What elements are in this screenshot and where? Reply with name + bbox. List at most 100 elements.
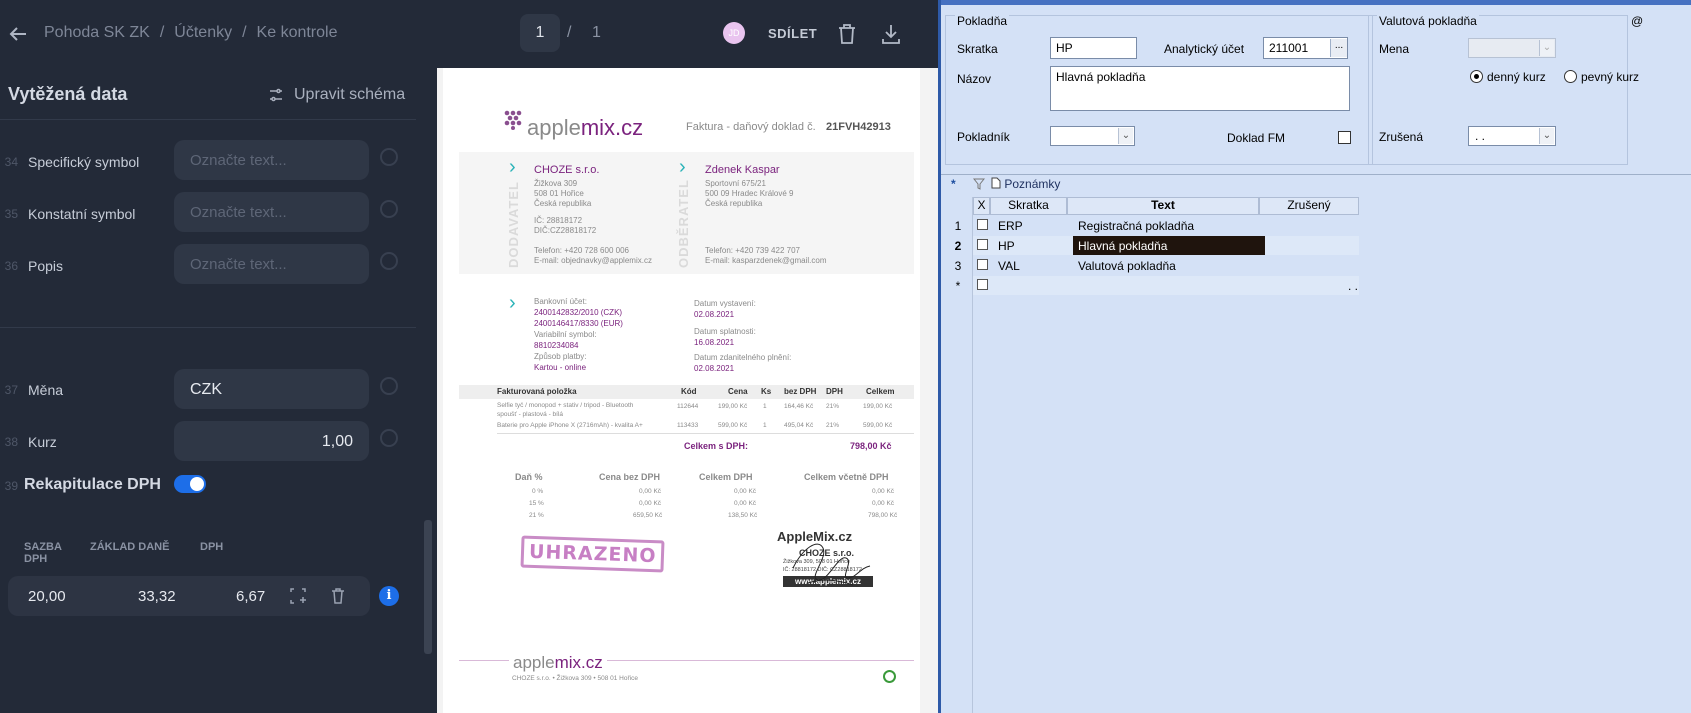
- vat-cell[interactable]: 6,67: [236, 588, 265, 605]
- exchange-rate-label: Kurz: [28, 434, 57, 450]
- specific-symbol-input[interactable]: Označte text...: [174, 140, 369, 180]
- taxable-value: 02.08.2021: [694, 364, 735, 373]
- item-vat: 21%: [826, 422, 840, 429]
- due-label: Datum splatnosti:: [694, 327, 756, 336]
- trash-icon[interactable]: [328, 586, 348, 606]
- recap-header: Cena bez DPH: [599, 472, 661, 482]
- breadcrumb-item[interactable]: Ke kontrole: [257, 24, 338, 42]
- currency-select[interactable]: ⌄: [1468, 38, 1556, 58]
- column-header-text[interactable]: Text: [1067, 197, 1259, 215]
- section-title: Vytěžená data: [8, 84, 128, 104]
- row-cancelled[interactable]: . .: [1348, 279, 1358, 293]
- currency-input[interactable]: CZK: [174, 369, 369, 409]
- recap-cell: 798,00 Kč: [868, 512, 898, 519]
- paid-stamp: UHRAZENO: [520, 535, 665, 573]
- currency-label: Měna: [28, 382, 64, 398]
- vs-label: Variabilní symbol:: [534, 330, 597, 339]
- column-header-cancelled[interactable]: Zrušený: [1259, 197, 1359, 215]
- recap-cell: 0 %: [532, 488, 544, 495]
- trash-icon[interactable]: [836, 22, 858, 46]
- bank-czk: 2400142832/2010 (CZK): [534, 308, 623, 317]
- name-input[interactable]: Hlavná pokladňa: [1050, 66, 1350, 111]
- table-row-new[interactable]: [973, 276, 1359, 295]
- item-net: 164,46 Kč: [784, 403, 814, 410]
- new-record-button[interactable]: *: [951, 177, 956, 195]
- supplier-side-label: DODAVATEL: [506, 181, 521, 268]
- exchange-rate-input[interactable]: 1,00: [174, 421, 369, 461]
- confirm-check-icon[interactable]: [380, 148, 398, 166]
- confirm-check-icon[interactable]: [380, 377, 398, 395]
- row-code[interactable]: VAL: [998, 259, 1020, 273]
- share-button[interactable]: SDÍLET: [768, 26, 817, 41]
- row-code[interactable]: HP: [998, 239, 1015, 253]
- back-arrow-icon[interactable]: [6, 22, 30, 46]
- breadcrumb-item[interactable]: Účtenky: [174, 24, 232, 42]
- breadcrumb-item[interactable]: Pohoda SK ZK: [44, 24, 150, 42]
- row-text-selected[interactable]: Hlavná pokladňa: [1073, 236, 1265, 255]
- item-price: 599,00 Kč: [718, 422, 748, 429]
- avatar[interactable]: JD: [723, 22, 745, 44]
- fixed-rate-radio[interactable]: [1564, 70, 1577, 83]
- confirm-check-icon[interactable]: [380, 252, 398, 270]
- vat-table-row[interactable]: 20,00 33,32 6,67: [8, 576, 370, 616]
- chevron-down-icon: ⌄: [1539, 40, 1554, 56]
- item-name: Selfie tyč / monopod + stativ / tripod -…: [497, 402, 634, 409]
- supplier-city: 508 01 Hořice: [534, 189, 584, 198]
- fm-document-checkbox[interactable]: [1338, 131, 1351, 144]
- info-icon[interactable]: i: [379, 586, 399, 606]
- edit-schema-button[interactable]: Upravit schéma: [268, 84, 405, 106]
- row-number: 2: [954, 239, 962, 253]
- row-number: 3: [954, 259, 962, 273]
- row-text[interactable]: Valutová pokladňa: [1078, 259, 1176, 273]
- customer-name: Zdenek Kaspar: [705, 164, 780, 176]
- cancelled-label: Zrušená: [1379, 130, 1424, 144]
- applemix-logo-icon: [502, 108, 524, 135]
- grid-toolbar: * Poznámky: [941, 174, 1691, 196]
- download-icon[interactable]: [880, 22, 902, 46]
- row-text[interactable]: Registračná pokladňa: [1078, 219, 1194, 233]
- vat-rate-cell[interactable]: 20,00: [28, 588, 66, 605]
- add-selection-icon[interactable]: [288, 586, 308, 606]
- row-checkbox[interactable]: [977, 279, 988, 290]
- confirm-check-icon[interactable]: [380, 200, 398, 218]
- column-header-x[interactable]: X: [973, 197, 990, 215]
- supplier-ico: IČ: 28818172: [534, 216, 583, 225]
- row-number: *: [955, 279, 961, 293]
- scrollbar[interactable]: [424, 520, 432, 654]
- row-code[interactable]: ERP: [998, 219, 1023, 233]
- filter-icon[interactable]: [972, 178, 986, 196]
- at-symbol: @: [1631, 14, 1644, 28]
- vat-recap-toggle[interactable]: [174, 475, 206, 493]
- customer-street: Sportovní 675/21: [705, 179, 766, 188]
- row-checkbox[interactable]: [977, 219, 988, 230]
- cashier-select[interactable]: ⌄: [1050, 126, 1135, 146]
- description-input[interactable]: Označte text...: [174, 244, 369, 284]
- recycle-icon: [883, 670, 896, 683]
- current-page-input[interactable]: 1: [520, 14, 560, 52]
- fixed-rate-label: pevný kurz: [1581, 70, 1640, 84]
- row-checkbox[interactable]: [977, 259, 988, 270]
- confirm-check-icon[interactable]: [380, 429, 398, 447]
- vs-value: 8810234084: [534, 341, 579, 350]
- field-number: 36: [4, 259, 18, 273]
- customer-phone: Telefon: +420 739 422 707: [705, 246, 800, 255]
- vat-rate-header: SAZBA DPH: [24, 541, 62, 565]
- ellipsis-button[interactable]: ...: [1330, 39, 1347, 57]
- row-checkbox[interactable]: [977, 239, 988, 250]
- items-header: Cena: [728, 387, 748, 396]
- constant-symbol-input[interactable]: Označte text...: [174, 192, 369, 232]
- notes-tab[interactable]: Poznámky: [991, 177, 1060, 195]
- vat-header: DPH: [200, 541, 224, 553]
- cancelled-date-select[interactable]: . . ⌄: [1468, 126, 1556, 146]
- chevron-right-icon: ›: [679, 156, 686, 178]
- code-input[interactable]: HP: [1050, 37, 1137, 59]
- column-header-code[interactable]: Skratka: [990, 197, 1067, 215]
- tax-base-cell[interactable]: 33,32: [138, 588, 176, 605]
- item-code: 112644: [677, 403, 699, 410]
- divider: [0, 119, 416, 120]
- daily-rate-radio[interactable]: [1470, 70, 1483, 83]
- currency-register-group-title: Valutová pokladňa: [1377, 14, 1479, 28]
- supplier-dic: DIČ:CZ28818172: [534, 226, 597, 235]
- bank-eur: 2400146417/8330 (EUR): [534, 319, 623, 328]
- customer-city: 500 09 Hradec Králové 9: [705, 189, 794, 198]
